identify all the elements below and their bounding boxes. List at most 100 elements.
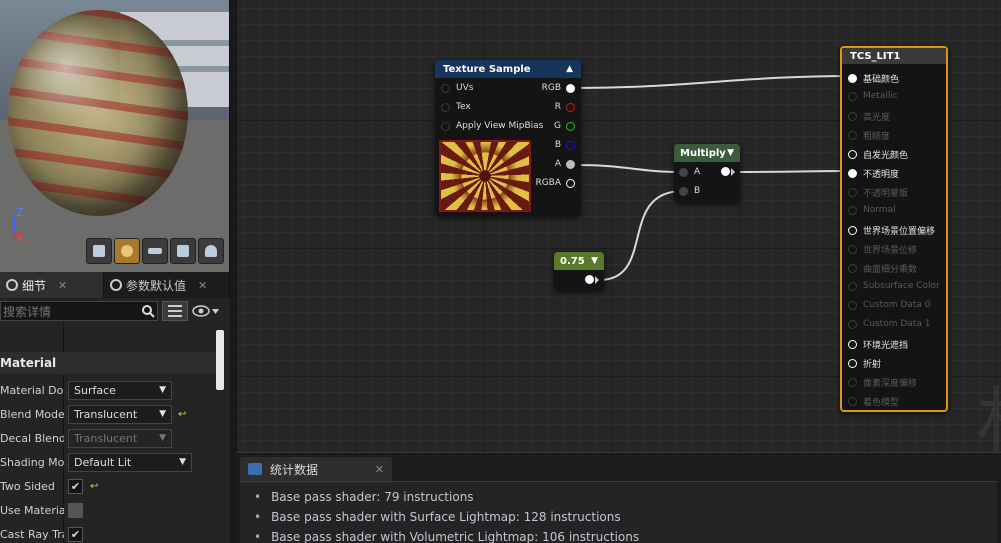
constant-header: 0.75 ▼: [554, 252, 604, 270]
pin-label: Tex: [456, 102, 471, 112]
pin-icon: [848, 397, 857, 406]
result-pin-custom-data-0[interactable]: Custom Data 0: [848, 300, 930, 310]
result-pin-emissive[interactable]: 自发光颜色: [848, 148, 908, 161]
result-pin-ambient-occlusion[interactable]: 环境光遮挡: [848, 338, 908, 351]
result-pin-custom-data-1[interactable]: Custom Data 1: [848, 319, 930, 329]
combo-value: Default Lit: [74, 455, 132, 469]
result-pin-shading-model[interactable]: 着色模型: [848, 395, 899, 408]
output-pin-b[interactable]: B: [555, 140, 575, 150]
pin-label: 环境光遮挡: [863, 341, 909, 351]
material-graph[interactable]: Texture Sample ▲ UVs Tex Apply View MipB…: [236, 0, 1001, 453]
output-pin-rgb[interactable]: RGB: [542, 83, 575, 93]
chevron-down-icon: ▼: [159, 409, 166, 419]
combo-value: Translucent: [74, 431, 138, 445]
category-material[interactable]: Material: [0, 352, 216, 374]
pin-label: B: [554, 140, 561, 150]
input-pin-tex[interactable]: Tex: [441, 102, 471, 112]
result-pin-opacity[interactable]: 不透明度: [848, 167, 899, 180]
tab-details[interactable]: 细节 ✕: [0, 272, 104, 298]
sphere-preview-icon[interactable]: [114, 238, 140, 264]
collapse-icon[interactable]: ▲: [566, 64, 573, 74]
property-label: Cast Ray Traced Shadows: [0, 527, 64, 541]
pin-icon: [441, 83, 450, 93]
input-pin-b[interactable]: B: [679, 186, 700, 196]
combo-value: Translucent: [74, 407, 138, 421]
result-pin-refraction[interactable]: 折射: [848, 357, 881, 370]
reset-to-default-icon[interactable]: ↩: [90, 481, 100, 492]
property-label: Use Material Attributes: [0, 503, 64, 517]
material-editor: Z X 细节 ✕ 参数默认值 ✕ 搜索详情 Material Material …: [0, 0, 1001, 543]
constant-node[interactable]: 0.75 ▼: [554, 252, 604, 290]
pin-label: Custom Data 1: [863, 319, 931, 329]
multiply-node[interactable]: Multiply ▼ A B: [674, 144, 740, 202]
result-pin-subsurface-color[interactable]: Subsurface Color: [848, 281, 940, 291]
property-list: Material Material Domain Surface ▼ Blend…: [0, 352, 216, 543]
result-pin-roughness[interactable]: 粗糙度: [848, 129, 890, 142]
output-pin-r[interactable]: R: [555, 102, 575, 112]
output-pin-rgba[interactable]: RGBA: [535, 178, 575, 188]
pin-label: Metallic: [863, 91, 898, 101]
graph-watermark: 村: [977, 362, 1001, 452]
magnifier-icon: [6, 279, 18, 291]
pin-icon: [721, 167, 730, 176]
preview-shape-toolbar: [86, 238, 224, 264]
result-header: TCS_LIT1: [842, 48, 946, 64]
result-pin-normal[interactable]: Normal: [848, 205, 896, 215]
search-row: 搜索详情: [0, 298, 230, 324]
result-pin-tessellation-multiplier[interactable]: 曲面细分乘数: [848, 262, 917, 275]
result-pin-opacity-mask[interactable]: 不透明蒙版: [848, 186, 908, 199]
input-pin-a[interactable]: A: [679, 167, 700, 177]
reset-to-default-icon[interactable]: ↩: [178, 409, 188, 420]
tab-stats[interactable]: 统计数据 ✕: [240, 457, 392, 481]
material-domain-combo[interactable]: Surface ▼: [68, 380, 172, 400]
two-sided-checkbox[interactable]: ✔: [68, 478, 83, 494]
pin-icon: [848, 300, 857, 310]
property-use-material-attributes: Use Material Attributes: [0, 498, 216, 522]
property-label: Shading Model: [0, 455, 64, 469]
pin-icon: [848, 378, 857, 387]
close-icon[interactable]: ✕: [58, 279, 67, 292]
result-pin-pixel-depth-offset[interactable]: 像素深度偏移: [848, 376, 917, 389]
visibility-filter-button[interactable]: [192, 302, 220, 320]
shading-model-combo[interactable]: Default Lit ▼: [68, 452, 192, 472]
node-title: Multiply: [680, 147, 726, 159]
teapot-preview-icon[interactable]: [198, 238, 224, 264]
output-pin[interactable]: [721, 167, 735, 176]
use-material-attributes-checkbox[interactable]: [68, 502, 83, 518]
material-result-node[interactable]: TCS_LIT1 基础颜色 Metallic 高光度 粗糙度 自发光颜色 不透明…: [840, 46, 948, 412]
pin-label: Subsurface Color: [863, 281, 940, 291]
cylinder-preview-icon[interactable]: [86, 238, 112, 264]
axis-gizmo-icon: Z X: [13, 206, 24, 242]
pin-label: A: [694, 167, 701, 177]
output-pin[interactable]: [585, 275, 599, 284]
blend-mode-combo[interactable]: Translucent ▼: [68, 404, 172, 424]
result-pin-metallic[interactable]: Metallic: [848, 91, 898, 101]
close-icon[interactable]: ✕: [198, 279, 207, 292]
pin-label: 高光度: [863, 113, 891, 123]
details-scrollbar[interactable]: [216, 330, 224, 390]
result-pin-base-color[interactable]: 基础颜色: [848, 72, 899, 85]
pin-icon: [566, 121, 575, 131]
input-pin-uvs[interactable]: UVs: [441, 83, 473, 93]
collapse-icon[interactable]: ▼: [591, 256, 598, 266]
search-input[interactable]: 搜索详情: [0, 301, 158, 321]
pin-label: Custom Data 0: [863, 300, 931, 310]
cube-preview-icon[interactable]: [170, 238, 196, 264]
result-pin-world-position-offset[interactable]: 世界场景位置偏移: [848, 224, 935, 237]
preview-viewport[interactable]: Z X: [0, 0, 230, 272]
close-icon[interactable]: ✕: [375, 463, 384, 476]
decal-blend-mode-combo: Translucent ▼: [68, 428, 172, 448]
cast-ray-traced-shadows-checkbox[interactable]: ✔: [68, 526, 83, 542]
chevron-down-icon: ▼: [159, 433, 166, 443]
view-options-button[interactable]: [162, 301, 188, 321]
input-pin-apply-view-mipbias[interactable]: Apply View MipBias: [441, 121, 543, 131]
plane-preview-icon[interactable]: [142, 238, 168, 264]
result-pin-specular[interactable]: 高光度: [848, 110, 890, 123]
pin-label: Apply View MipBias: [456, 121, 544, 131]
collapse-icon[interactable]: ▼: [727, 148, 734, 158]
texture-sample-node[interactable]: Texture Sample ▲ UVs Tex Apply View MipB…: [435, 60, 581, 216]
tab-parameter-defaults[interactable]: 参数默认值 ✕: [104, 272, 230, 298]
result-pin-world-displacement[interactable]: 世界场景位移: [848, 243, 917, 256]
output-pin-a[interactable]: A: [555, 159, 575, 169]
output-pin-g[interactable]: G: [554, 121, 575, 131]
